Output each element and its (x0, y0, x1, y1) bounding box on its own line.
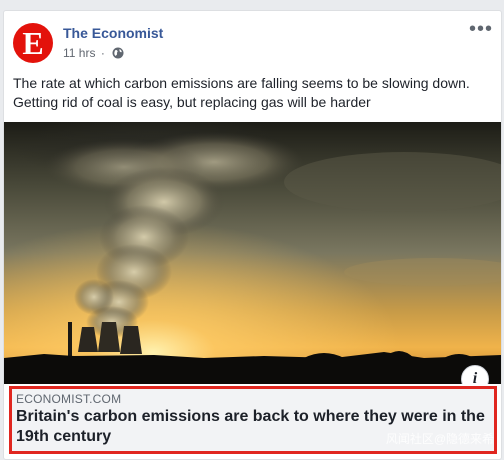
more-options-button[interactable]: ••• (469, 19, 493, 39)
meta-separator: · (100, 46, 105, 60)
globe-icon (112, 47, 124, 62)
avatar-letter: E (22, 25, 44, 61)
link-domain: ECONOMIST.COM (16, 392, 122, 406)
post-text: The rate at which carbon emissions are f… (13, 75, 470, 110)
post-card: E The Economist 11 hrs · ••• The rate at… (3, 10, 502, 460)
post-photo[interactable]: i (4, 122, 501, 384)
post-header: E The Economist 11 hrs · ••• (4, 11, 501, 69)
page-name-link[interactable]: The Economist (63, 25, 163, 41)
post-meta: 11 hrs · (63, 46, 124, 62)
page-avatar[interactable]: E (13, 23, 53, 63)
watermark-text: 风闻社区@隐德来希 (385, 432, 494, 446)
timestamp-link[interactable]: 11 hrs (63, 46, 95, 60)
